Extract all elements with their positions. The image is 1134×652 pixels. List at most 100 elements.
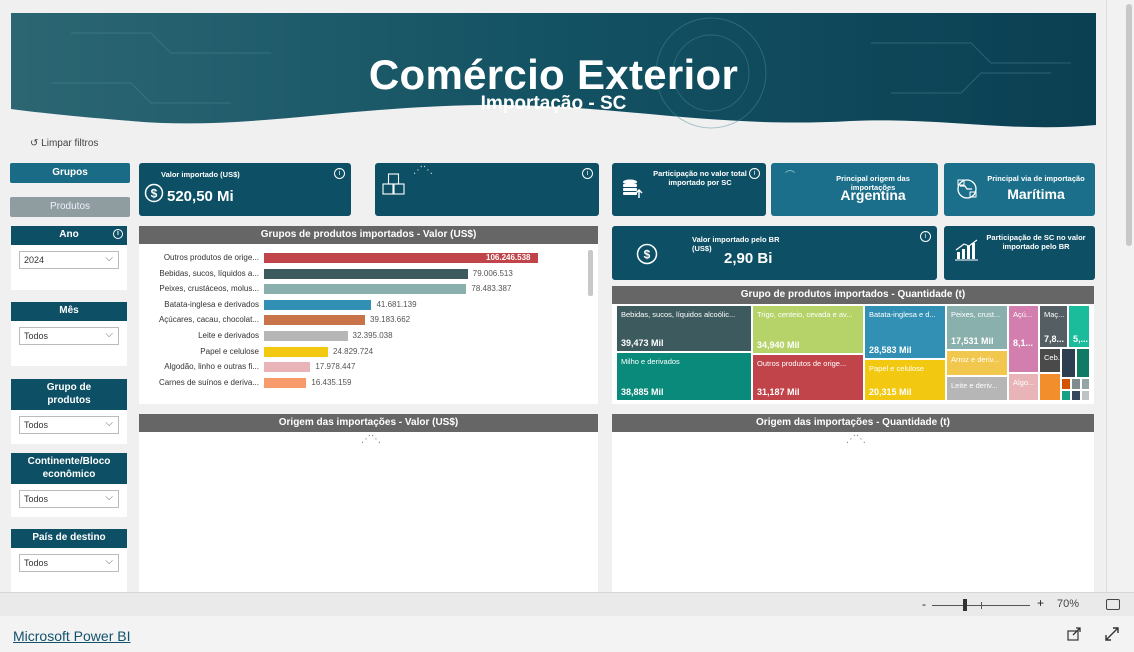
bar-value-label: 24.829.724 <box>333 346 374 356</box>
fullscreen-icon[interactable] <box>1104 626 1120 642</box>
clear-filters-button[interactable]: ↺ Limpar filtros <box>30 138 98 149</box>
kpi-valor-br: Valor importado pelo BR (US$) i $ 2,90 B… <box>612 226 937 280</box>
fit-to-page-icon[interactable] <box>1106 599 1120 610</box>
treemap-cell[interactable]: Papel e celulose 20,315 Mil <box>864 359 946 401</box>
bar-value-label: 17.978.447 <box>315 362 356 372</box>
grupos-nav-button[interactable]: Grupos <box>10 163 130 183</box>
treemap-cell[interactable] <box>1071 390 1081 401</box>
treemap-cell[interactable]: Trigo, centeio, cevada e av... 34,940 Mil <box>752 305 864 354</box>
info-icon[interactable]: i <box>749 168 760 179</box>
status-bar: - + 70% <box>0 592 1134 616</box>
footer: Microsoft Power BI <box>0 616 1134 652</box>
bar-category-label: Outros produtos de orige... <box>163 253 259 262</box>
bar[interactable] <box>264 299 372 310</box>
origem-valor-panel: Origem das importações - Valor (US$) ⋰⋱ <box>139 414 598 592</box>
pais-dropdown[interactable]: Todos ⌵ <box>19 553 119 572</box>
treemap-cell[interactable]: 5,... <box>1068 305 1090 348</box>
chevron-down-icon: ⌵ <box>105 555 113 567</box>
loading-spinner: ⌒ <box>785 171 795 182</box>
bar-growth-icon <box>955 239 978 261</box>
treemap-cell[interactable]: Algo... <box>1008 373 1039 401</box>
treemap-cell[interactable] <box>1081 378 1090 390</box>
zoom-in-button[interactable]: + <box>1037 596 1044 610</box>
info-icon[interactable]: i <box>334 168 345 179</box>
svg-text:$: $ <box>644 248 651 262</box>
treemap-cell[interactable]: Bebidas, sucos, líquidos alcoólic... 39,4… <box>616 305 752 352</box>
continente-dropdown[interactable]: Todos ⌵ <box>19 490 119 508</box>
kpi-principal-via: Principal via de importação Marítima <box>944 163 1095 216</box>
kpi-participacao-sc: Participação no valor total importado po… <box>612 163 766 216</box>
chart-scrollbar[interactable] <box>588 250 593 296</box>
treemap-cell[interactable]: Ceb... <box>1039 348 1061 373</box>
bar-row[interactable]: Açúcares, cacau, chocolat... 39.183.662 <box>139 314 599 326</box>
bar-chart-panel: Grupos de produtos importados - Valor (U… <box>139 226 598 404</box>
info-icon[interactable]: i <box>113 229 123 239</box>
treemap-cell[interactable] <box>1081 390 1090 401</box>
info-icon[interactable]: i <box>582 168 593 179</box>
info-icon[interactable]: i <box>920 231 931 242</box>
bar-category-label: Leite e derivados <box>198 331 259 340</box>
loading-spinner: ⋰⋱ <box>361 434 381 445</box>
mes-slicer-label: Mês <box>59 305 79 316</box>
treemap-cell[interactable]: Peixes, crust... 17,531 Mil <box>946 305 1008 350</box>
ano-slicer: Ano i 2024 ⌵ <box>11 226 127 290</box>
bar-row[interactable]: Batata-inglesa e derivados 41.681.139 <box>139 299 599 311</box>
share-icon[interactable] <box>1066 626 1082 642</box>
bar-row[interactable]: Peixes, crustáceos, molus... 78.483.387 <box>139 283 599 295</box>
header-banner: Comércio Exterior Importação - SC <box>11 13 1096 135</box>
ano-slicer-label: Ano <box>59 229 79 240</box>
power-bi-link[interactable]: Microsoft Power BI <box>13 628 130 644</box>
treemap-cell[interactable] <box>1061 378 1071 390</box>
treemap-cell[interactable]: Arroz e deriv... <box>946 350 1008 376</box>
bar[interactable] <box>264 346 329 357</box>
zoom-slider-thumb[interactable] <box>963 599 967 611</box>
grupo-slicer-label: Grupo de produtos <box>46 382 92 406</box>
treemap-cell[interactable]: Batata-inglesa e d... 28,583 Mil <box>864 305 946 359</box>
bar-row[interactable]: Bebidas, sucos, líquidos a... 79.006.513 <box>139 268 599 280</box>
ano-dropdown[interactable]: 2024 ⌵ <box>19 250 119 269</box>
treemap: Bebidas, sucos, líquidos alcoólic... 39,4… <box>616 305 1090 401</box>
bar[interactable] <box>264 315 366 326</box>
bar-value-label: 32.395.038 <box>352 331 393 340</box>
treemap-cell[interactable] <box>1076 348 1090 378</box>
treemap-cell[interactable] <box>1061 390 1071 401</box>
bar[interactable] <box>264 268 468 279</box>
grupo-dropdown[interactable]: Todos ⌵ <box>19 416 119 434</box>
vertical-scrollbar[interactable] <box>1106 0 1134 592</box>
treemap-panel: Grupo de produtos importados - Quantidad… <box>612 286 1094 404</box>
bar-row[interactable]: Papel e celulose 24.829.724 <box>139 346 599 358</box>
produtos-nav-button[interactable]: Produtos <box>10 197 130 217</box>
zoom-slider-tick <box>981 602 982 609</box>
bar-row[interactable]: Carnes de suínos e deriva... 16.435.159 <box>139 377 599 389</box>
pais-slicer-label: País de destino <box>32 532 106 543</box>
zoom-out-button[interactable]: - <box>922 597 926 611</box>
pais-slicer: País de destino Todos ⌵ <box>11 529 127 592</box>
bar-value-label: 78.483.387 <box>471 284 512 294</box>
bar-category-label: Peixes, crustáceos, molus... <box>159 284 259 294</box>
continente-slicer-label: Continente/Bloco econômico <box>27 456 111 480</box>
bar-row[interactable]: Outros produtos de orige... 106.246.538 <box>139 252 599 264</box>
treemap-cell[interactable]: Açú... 8,1... <box>1008 305 1039 373</box>
treemap-cell[interactable] <box>1061 348 1076 378</box>
treemap-cell[interactable] <box>1039 373 1061 401</box>
treemap-cell[interactable]: Outros produtos de orige... 31,187 Mil <box>752 354 864 401</box>
bar-category-label: Papel e celulose <box>200 346 259 356</box>
treemap-cell[interactable] <box>1071 378 1081 390</box>
bar[interactable] <box>264 284 467 295</box>
bar-category-label: Açúcares, cacau, chocolat... <box>158 315 259 325</box>
treemap-cell[interactable]: Milho e derivados 38,885 Mil <box>616 352 752 401</box>
treemap-cell[interactable]: Leite e deriv... <box>946 376 1008 401</box>
bar-value-label: 106.246.538 <box>486 253 531 262</box>
scrollbar-thumb[interactable] <box>1126 4 1132 246</box>
treemap-cell[interactable]: Maç... 7,8... <box>1039 305 1068 348</box>
bar-row[interactable]: Leite e derivados 32.395.038 <box>139 330 599 342</box>
bar[interactable] <box>264 377 307 388</box>
bar[interactable] <box>264 362 311 373</box>
bar-category-label: Batata-inglesa e derivados <box>164 299 259 309</box>
bar-row[interactable]: Algodão, linho e outras fi... 17.978.447 <box>139 361 599 373</box>
boxes-icon <box>382 173 405 195</box>
svg-text:$: $ <box>151 187 158 201</box>
mes-dropdown[interactable]: Todos ⌵ <box>19 326 119 345</box>
bar-value-label: 39.183.662 <box>370 315 411 325</box>
bar[interactable] <box>264 331 348 341</box>
